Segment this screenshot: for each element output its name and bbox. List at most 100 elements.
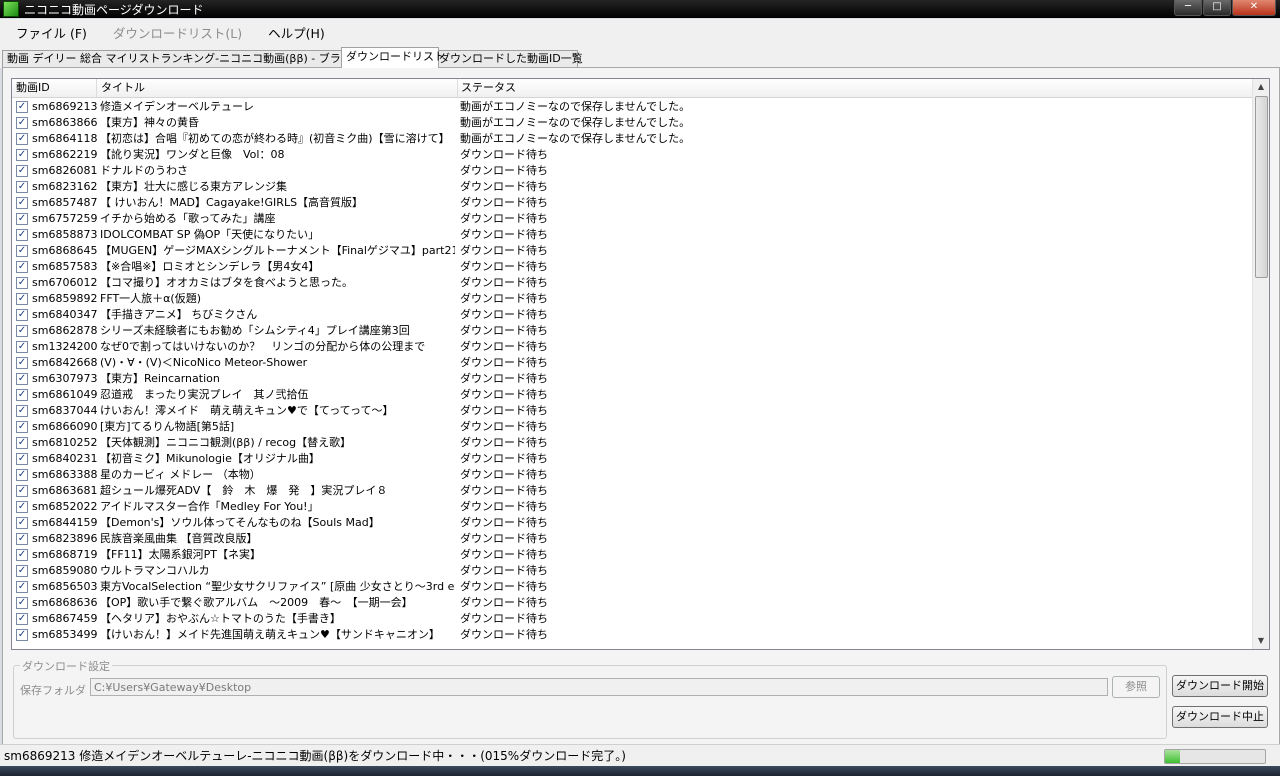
row-title: 【天体観測】ニコニコ観測(ββ) / recog【替え歌】 xyxy=(100,436,352,449)
list-row[interactable]: ✓ sm6840347 【手描きアニメ】 ちびミクさん ダウンロード待ち xyxy=(12,307,1252,323)
list-row[interactable]: ✓ sm6853499 【けいおん！】メイド先進国萌え萌えキュン♥【サンドキャニオン… xyxy=(12,627,1252,643)
row-checkbox[interactable]: ✓ xyxy=(16,309,28,321)
list-row[interactable]: ✓ sm6859892 FFT一人旅＋α(仮題) ダウンロード待ち xyxy=(12,291,1252,307)
row-checkbox[interactable]: ✓ xyxy=(16,101,28,113)
row-checkbox[interactable]: ✓ xyxy=(16,181,28,193)
list-row[interactable]: ✓ sm6858873 IDOLCOMBAT SP 偽OP「天使になりたい」 ダウンロ… xyxy=(12,227,1252,243)
row-checkbox[interactable]: ✓ xyxy=(16,533,28,545)
row-title: 【※合唱※】ロミオとシンデレラ【男4女4】 xyxy=(100,260,320,273)
row-checkbox[interactable]: ✓ xyxy=(16,613,28,625)
list-row[interactable]: ✓ sm6862878 シリーズ未経験者にもお勧め「シムシティ4」プレイ講座第3回 ダ… xyxy=(12,323,1252,339)
row-checkbox[interactable]: ✓ xyxy=(16,245,28,257)
download-listview[interactable]: 動画ID タイトル ステータス ✓ sm6869213 修造メイデンオーベルテューレ… xyxy=(11,78,1270,650)
vertical-scrollbar[interactable]: ▲ ▼ xyxy=(1252,79,1269,649)
list-row[interactable]: ✓ sm6859080 ウルトラマンコハルカ ダウンロード待ち xyxy=(12,563,1252,579)
row-checkbox[interactable]: ✓ xyxy=(16,197,28,209)
row-checkbox[interactable]: ✓ xyxy=(16,629,28,641)
list-row[interactable]: ✓ sm6862219 【訛り実況】ワンダと巨像 Vol：08 ダウンロード待ち xyxy=(12,147,1252,163)
row-checkbox[interactable]: ✓ xyxy=(16,485,28,497)
row-video-id: sm6864118 xyxy=(32,132,98,145)
column-header-title[interactable]: タイトル xyxy=(97,79,458,97)
row-video-id: sm6823162 xyxy=(32,180,98,193)
list-row[interactable]: ✓ sm6857487 【 けいおん！MAD】Cagayake!GIRLS【高音質版… xyxy=(12,195,1252,211)
menu-help[interactable]: ヘルプ(H) xyxy=(258,23,335,42)
row-checkbox[interactable]: ✓ xyxy=(16,597,28,609)
row-checkbox[interactable]: ✓ xyxy=(16,357,28,369)
row-checkbox[interactable]: ✓ xyxy=(16,229,28,241)
scroll-up-icon[interactable]: ▲ xyxy=(1253,79,1269,95)
row-checkbox[interactable]: ✓ xyxy=(16,325,28,337)
start-download-button[interactable]: ダウンロード開始 xyxy=(1172,675,1268,697)
list-row[interactable]: ✓ sm6706012 【コマ撮り】オオカミはブタを食べようと思った。 ダウンロード待… xyxy=(12,275,1252,291)
list-row[interactable]: ✓ sm6868645 【MUGEN】ゲージMAXシングルトーナメント【Finalゲ… xyxy=(12,243,1252,259)
list-row[interactable]: ✓ sm6867459 【ヘタリア】おやぶん☆トマトのうた【手書き】 ダウンロード待ち xyxy=(12,611,1252,627)
list-row[interactable]: ✓ sm6863866 【東方】神々の黄昏 動画がエコノミーなので保存しませんでした。 xyxy=(12,115,1252,131)
menu-file[interactable]: ファイル (F) xyxy=(6,23,97,42)
row-checkbox[interactable]: ✓ xyxy=(16,149,28,161)
list-row[interactable]: ✓ sm6840231 【初音ミク】Mikunologie【オリジナル曲】 ダウンロー… xyxy=(12,451,1252,467)
minimize-button[interactable]: ─ xyxy=(1174,0,1202,16)
list-row[interactable]: ✓ sm6864118 【初恋は】合唱『初めての恋が終わる時』(初音ミク曲)【雪に溶… xyxy=(12,131,1252,147)
row-video-id: sm6856503 xyxy=(32,580,98,593)
row-checkbox[interactable]: ✓ xyxy=(16,581,28,593)
row-checkbox[interactable]: ✓ xyxy=(16,437,28,449)
list-row[interactable]: ✓ sm6852022 アイドルマスター合作「Medley For You!」 ダウン… xyxy=(12,499,1252,515)
list-row[interactable]: ✓ sm6868719 【FF11】太陽系銀河PT【ネ実】 ダウンロード待ち xyxy=(12,547,1252,563)
row-checkbox[interactable]: ✓ xyxy=(16,117,28,129)
list-row[interactable]: ✓ sm6823896 民族音楽風曲集 【音質改良版】 ダウンロード待ち xyxy=(12,531,1252,547)
list-row[interactable]: ✓ sm6866090 [東方]てるりん物語[第5話] ダウンロード待ち xyxy=(12,419,1252,435)
row-title: 【けいおん！】メイド先進国萌え萌えキュン♥【サンドキャニオン】 xyxy=(100,628,440,641)
list-row[interactable]: ✓ sm6863388 星のカービィ メドレー （本物） ダウンロード待ち xyxy=(12,467,1252,483)
column-header-id[interactable]: 動画ID xyxy=(12,79,97,97)
list-row[interactable]: ✓ sm6863681 超シュール爆死ADV【 鈴 木 爆 発 】実況プレイ８ ダウン… xyxy=(12,483,1252,499)
row-checkbox[interactable]: ✓ xyxy=(16,517,28,529)
list-row[interactable]: ✓ sm6856503 東方VocalSelection “聖少女サクリファイス” … xyxy=(12,579,1252,595)
row-checkbox[interactable]: ✓ xyxy=(16,421,28,433)
tab-download-list[interactable]: ダウンロードリスト xyxy=(341,47,445,68)
list-row[interactable]: ✓ sm6307973 【東方】Reincarnation ダウンロード待ち xyxy=(12,371,1252,387)
list-row[interactable]: ✓ sm6844159 【Demon's】ソウル体ってそんなものね【Souls Ma… xyxy=(12,515,1252,531)
list-row[interactable]: ✓ sm6868636 【OP】歌い手で繋ぐ歌アルバム ～2009 春～ 【一期一会… xyxy=(12,595,1252,611)
list-row[interactable]: ✓ sm6837044 けいおん！澪メイド 萌え萌えキュン♥で【てってって～】 ダウン… xyxy=(12,403,1252,419)
stop-download-button[interactable]: ダウンロード中止 xyxy=(1172,706,1268,728)
list-row[interactable]: ✓ sm6823162 【東方】壮大に感じる東方アレンジ集 ダウンロード待ち xyxy=(12,179,1252,195)
row-checkbox[interactable]: ✓ xyxy=(16,453,28,465)
list-row[interactable]: ✓ sm6861049 忍道戒 まったり実況プレイ 其ノ弐拾伍 ダウンロード待ち xyxy=(12,387,1252,403)
row-status: ダウンロード待ち xyxy=(460,564,548,577)
row-checkbox[interactable]: ✓ xyxy=(16,373,28,385)
row-checkbox[interactable]: ✓ xyxy=(16,133,28,145)
list-row[interactable]: ✓ sm6869213 修造メイデンオーベルテューレ 動画がエコノミーなので保存しませ… xyxy=(12,99,1252,115)
maximize-button[interactable]: □ xyxy=(1203,0,1231,16)
list-row[interactable]: ✓ sm6810252 【天体観測】ニコニコ観測(ββ) / recog【替え歌】 ダ… xyxy=(12,435,1252,451)
list-row[interactable]: ✓ sm1324200 なぜ0で割ってはいけないのか？ リンゴの分配から体の公理まで… xyxy=(12,339,1252,355)
row-checkbox[interactable]: ✓ xyxy=(16,165,28,177)
row-checkbox[interactable]: ✓ xyxy=(16,293,28,305)
row-checkbox[interactable]: ✓ xyxy=(16,213,28,225)
menu-download-list[interactable]: ダウンロードリスト(L) xyxy=(103,23,252,42)
row-checkbox[interactable]: ✓ xyxy=(16,389,28,401)
row-video-id: sm6706012 xyxy=(32,276,98,289)
row-checkbox[interactable]: ✓ xyxy=(16,549,28,561)
list-row[interactable]: ✓ sm6757259 イチから始める「歌ってみた」講座 ダウンロード待ち xyxy=(12,211,1252,227)
row-video-id: sm6853499 xyxy=(32,628,98,641)
close-button[interactable]: ✕ xyxy=(1232,0,1276,16)
list-row[interactable]: ✓ sm6826081 ドナルドのうわさ ダウンロード待ち xyxy=(12,163,1252,179)
row-checkbox[interactable]: ✓ xyxy=(16,341,28,353)
save-folder-field[interactable]: C:¥Users¥Gateway¥Desktop xyxy=(90,678,1108,696)
row-checkbox[interactable]: ✓ xyxy=(16,261,28,273)
row-checkbox[interactable]: ✓ xyxy=(16,405,28,417)
row-checkbox[interactable]: ✓ xyxy=(16,277,28,289)
scroll-thumb[interactable] xyxy=(1255,96,1268,278)
row-status: ダウンロード待ち xyxy=(460,596,548,609)
row-checkbox[interactable]: ✓ xyxy=(16,565,28,577)
tab-downloaded-ids[interactable]: ダウンロードした動画ID一覧 xyxy=(434,50,583,67)
list-row[interactable]: ✓ sm6842668 (V)・∀・(V)＜NicoNico Meteor-Show… xyxy=(12,355,1252,371)
scroll-down-icon[interactable]: ▼ xyxy=(1253,633,1269,649)
column-header-status[interactable]: ステータス xyxy=(457,79,1251,97)
row-checkbox[interactable]: ✓ xyxy=(16,469,28,481)
list-row[interactable]: ✓ sm6857583 【※合唱※】ロミオとシンデレラ【男4女4】 ダウンロード待ち xyxy=(12,259,1252,275)
tab-browser[interactable]: 動画 デイリー 総合 マイリストランキング‐ニコニコ動画(ββ) - ブラウザ xyxy=(2,50,363,67)
browse-button[interactable]: 参照 xyxy=(1112,676,1160,698)
row-status: ダウンロード待ち xyxy=(460,452,548,465)
row-checkbox[interactable]: ✓ xyxy=(16,501,28,513)
